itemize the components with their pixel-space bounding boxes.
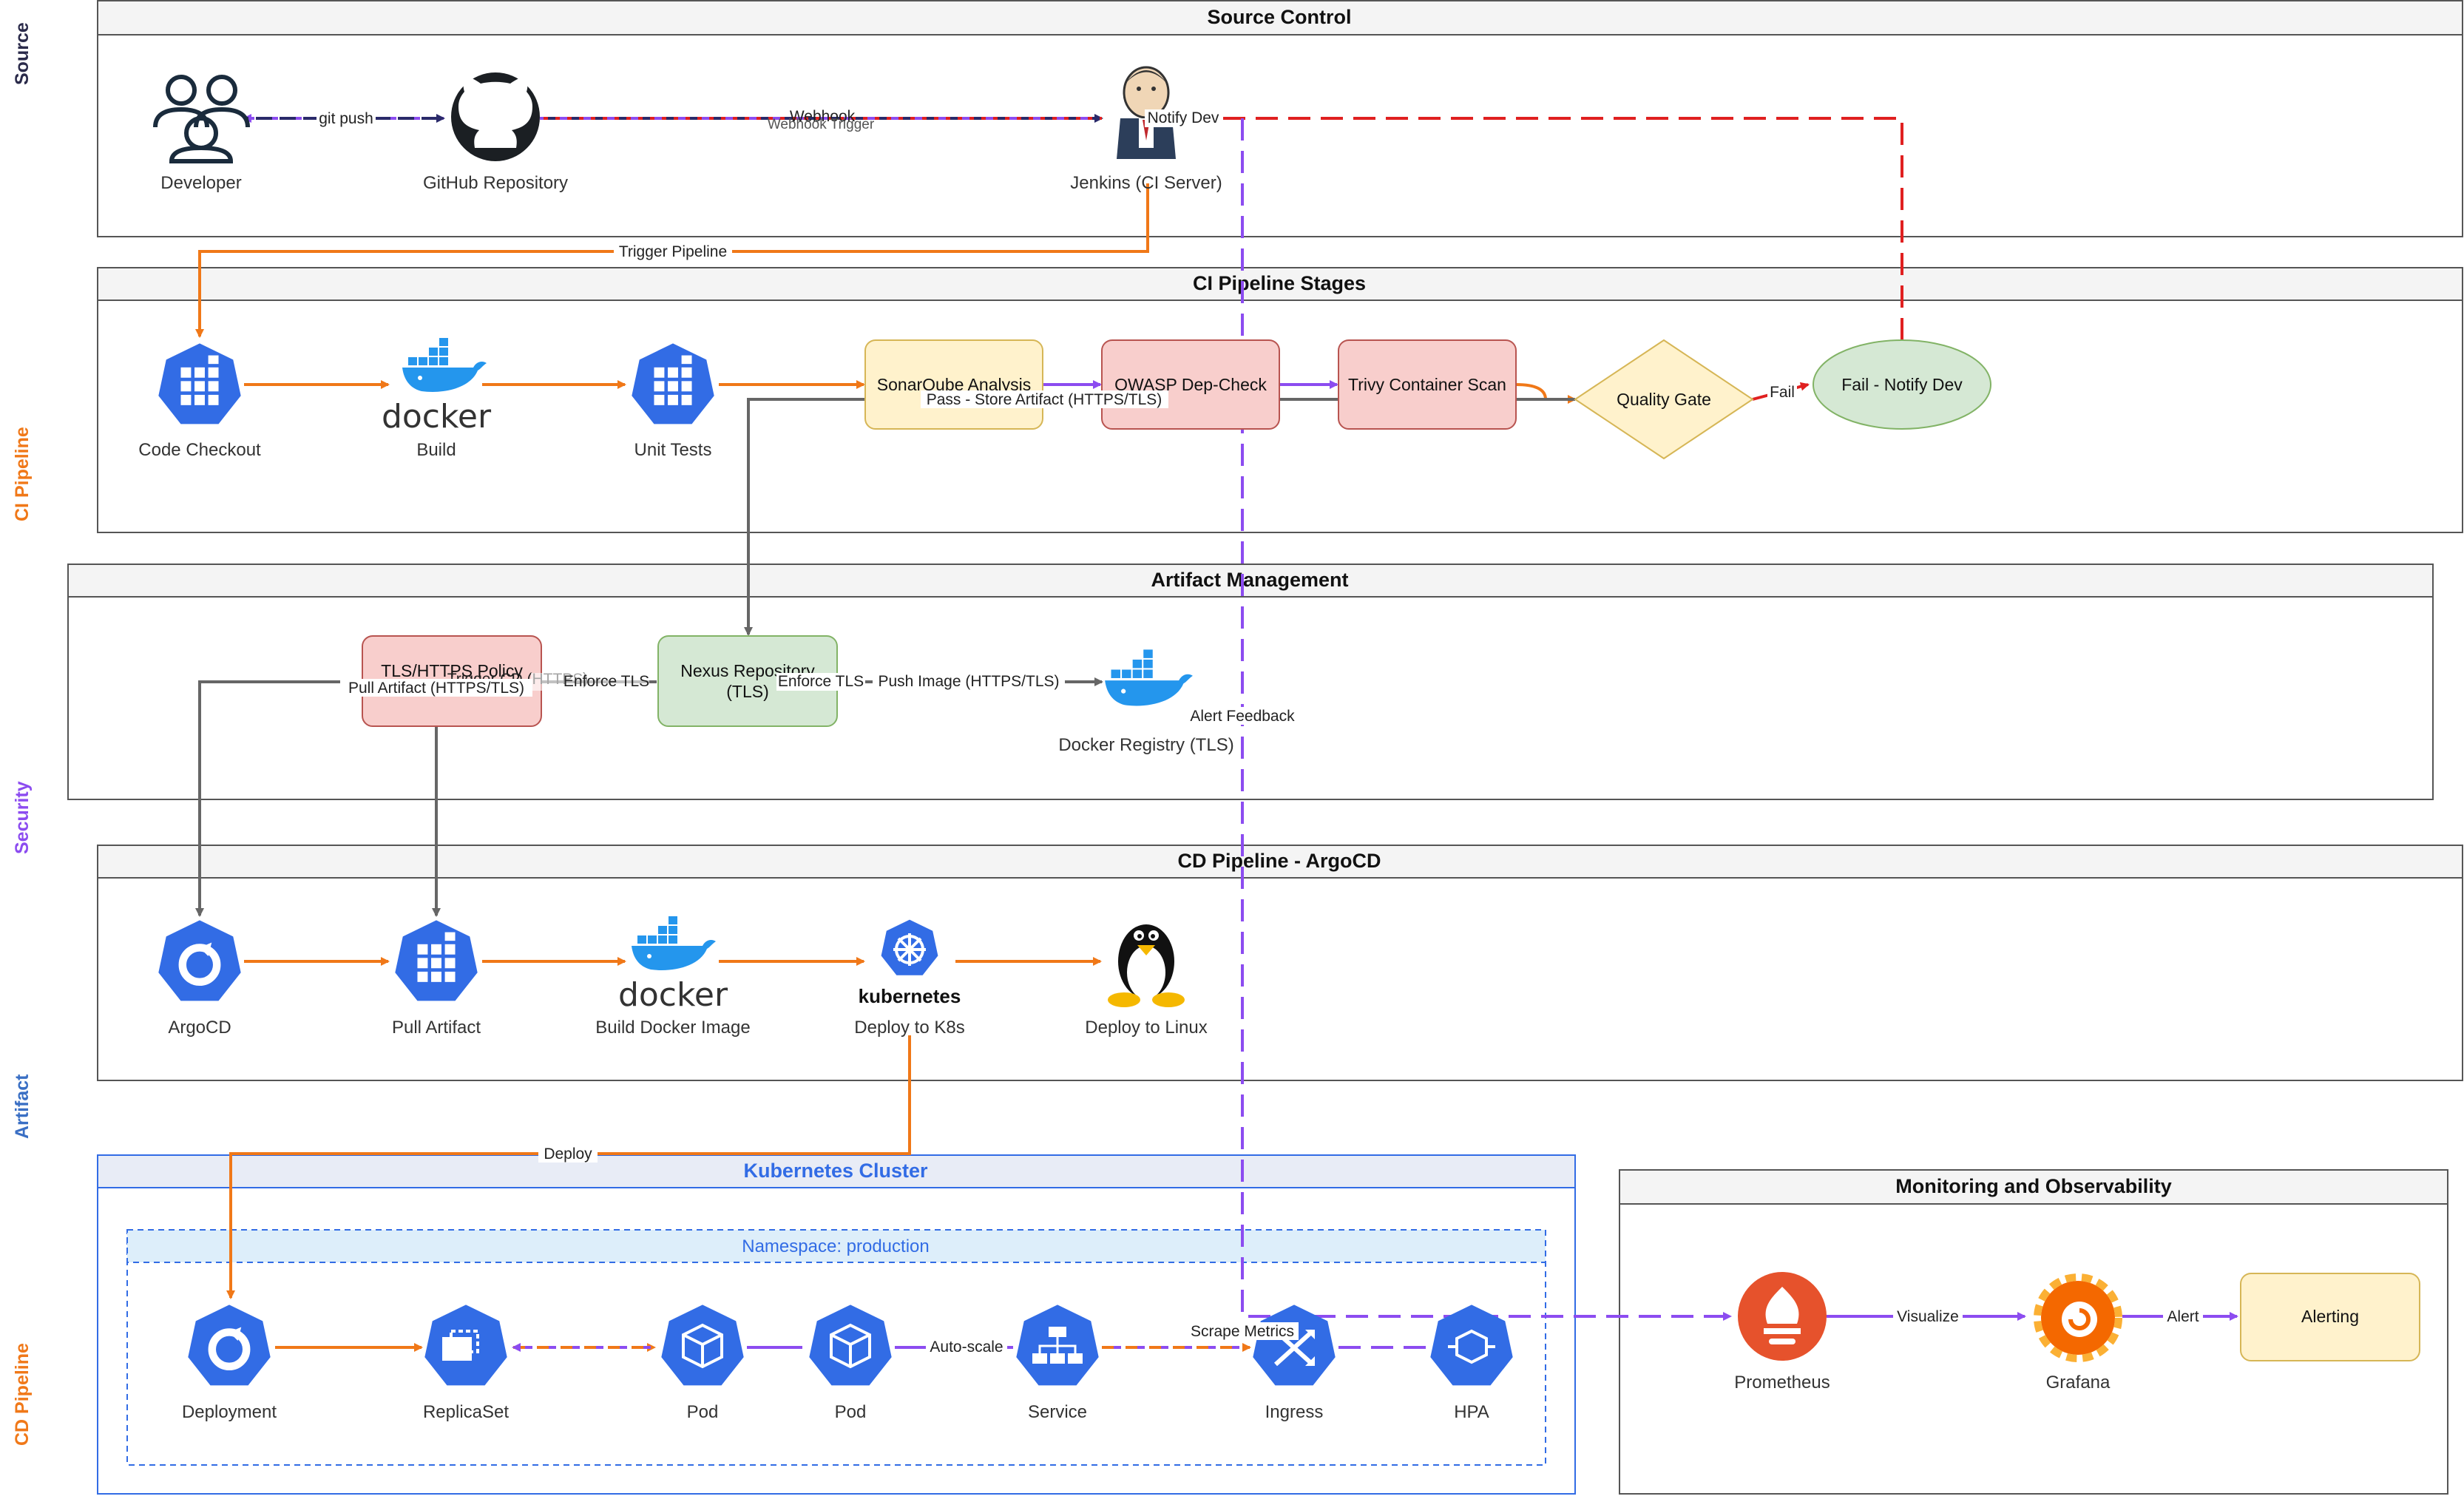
node-trivy[interactable]: Trivy Container Scan [1338,339,1517,430]
edge-label-enforce-tls-1: Enforce TLS [563,673,649,690]
lane-title-monitoring: Monitoring and Observability [1895,1175,2172,1197]
label-quality-gate: Quality Gate [1617,390,1711,409]
node-unit-tests[interactable]: Unit Tests [632,343,714,460]
node-replicaset[interactable]: ReplicaSet [423,1305,509,1422]
node-alerting[interactable]: Alerting [2240,1273,2420,1361]
side-label-artifact: Artifact [12,1074,33,1139]
namespace-title: Namespace: production [742,1236,929,1256]
github-icon [451,72,540,161]
edge-label-webhook-trigger: Webhook Trigger [768,117,875,132]
edge-label-notify-dev: Notify Dev [1148,109,1219,126]
edge-label-alert-feedback: Alert Feedback [1190,708,1295,725]
side-label-source: Source [12,22,33,85]
edge-label-auto-scale: Auto-scale [930,1339,1003,1356]
label-code-checkout: Code Checkout [138,440,261,460]
node-prometheus[interactable]: Prometheus [1734,1272,1830,1393]
label-github: GitHub Repository [423,173,568,193]
edge-label-visualize: Visualize [1897,1308,1959,1325]
edge-label-pass-store: Pass - Store Artifact (HTTPS/TLS) [927,391,1162,408]
node-sonarqube[interactable]: SonarQube Analysis [864,339,1043,430]
edge-label-trigger-pipeline: Trigger Pipeline [619,243,727,260]
label-hpa: HPA [1454,1402,1489,1422]
label-nexus-line2: (TLS) [726,682,769,701]
lane-title-source-control: Source Control [1207,6,1351,28]
node-deployment[interactable]: Deployment [182,1305,277,1422]
label-docker-registry: Docker Registry (TLS) [1058,735,1233,755]
label-fail-notify: Fail - Notify Dev [1841,375,1963,394]
label-replicaset: ReplicaSet [423,1402,509,1422]
edge-label-fail: Fail [1770,384,1795,401]
label-jenkins: Jenkins (CI Server) [1070,173,1222,193]
node-pull-artifact[interactable]: Pull Artifact [392,920,481,1038]
diagram-canvas: Source CI Pipeline Security Artifact CD … [0,0,2464,1495]
label-service: Service [1028,1402,1087,1422]
kubernetes-wordmark: kubernetes [859,985,961,1007]
label-alerting: Alerting [2301,1307,2359,1326]
lane-title-artifact-management: Artifact Management [1151,569,1348,591]
node-fail-notify[interactable]: Fail - Notify Dev [1813,339,1991,430]
node-grafana[interactable]: Grafana [2034,1273,2122,1393]
label-argocd: ArgoCD [168,1018,231,1038]
side-label-security: Security [12,781,33,854]
label-deployment: Deployment [182,1402,277,1422]
label-grafana: Grafana [2046,1373,2111,1393]
lane-title-cd-argocd: CD Pipeline - ArgoCD [1177,850,1381,872]
label-build-docker-image: Build Docker Image [595,1018,750,1038]
edge-label-scrape-metrics: Scrape Metrics [1191,1323,1294,1340]
edge-label-pull-artifact-tls: Pull Artifact (HTTPS/TLS) [348,680,524,697]
label-ingress: Ingress [1265,1402,1324,1422]
node-owasp[interactable]: OWASP Dep-Check [1101,339,1280,430]
k8s-cluster-title: Kubernetes Cluster [743,1160,928,1182]
label-prometheus: Prometheus [1734,1373,1830,1393]
edge-label-alert: Alert [2167,1308,2199,1325]
lane-title-ci-stages: CI Pipeline Stages [1193,272,1366,294]
label-build: Build [416,440,456,460]
label-pull-artifact: Pull Artifact [392,1018,481,1038]
label-pod-2: Pod [835,1402,867,1422]
edge-label-push-image: Push Image (HTTPS/TLS) [878,673,1059,690]
edge-label-deploy: Deploy [544,1146,592,1163]
docker-wordmark: docker [382,398,492,436]
prometheus-icon [1738,1272,1827,1361]
node-argocd[interactable]: ArgoCD [158,920,240,1038]
edge-label-git-push: git push [319,110,373,127]
side-label-cd-pipeline: CD Pipeline [12,1343,33,1446]
label-pod-1: Pod [687,1402,719,1422]
docker-wordmark: docker [618,976,728,1014]
side-label-ci-pipeline: CI Pipeline [12,427,33,521]
label-unit-tests: Unit Tests [634,440,712,460]
pipeline-diagram: Source CI Pipeline Security Artifact CD … [12,0,2463,1495]
label-trivy: Trivy Container Scan [1348,375,1506,394]
label-deploy-linux: Deploy to Linux [1085,1018,1207,1038]
label-deploy-k8s: Deploy to K8s [854,1018,964,1038]
edge-label-enforce-tls-2: Enforce TLS [778,673,864,690]
node-service[interactable]: Service [1016,1305,1099,1422]
label-developer: Developer [160,173,241,193]
